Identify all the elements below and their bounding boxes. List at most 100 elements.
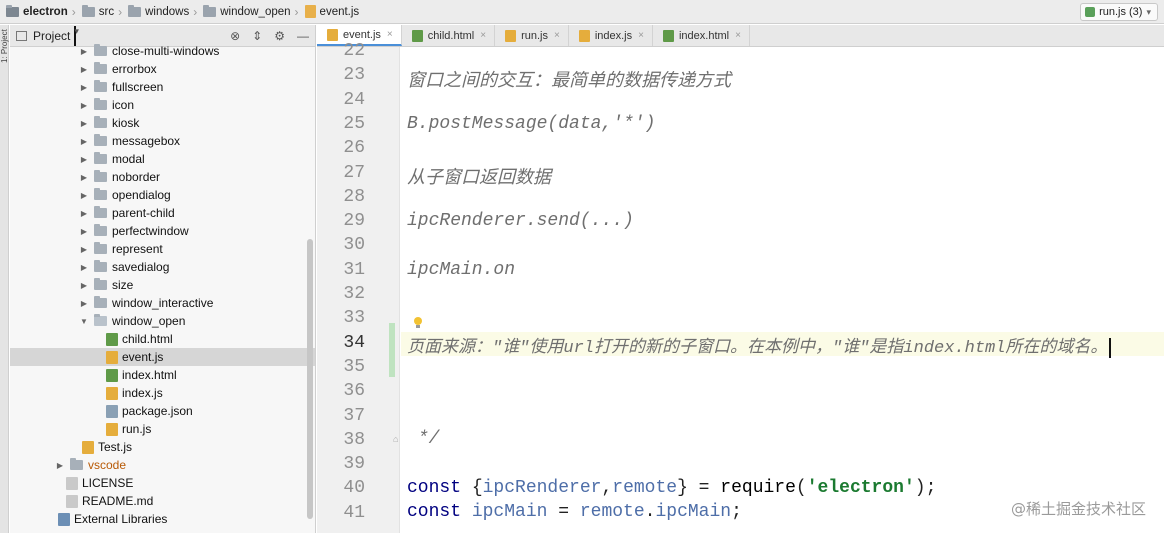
folder-icon: [94, 152, 107, 164]
tree-item[interactable]: ▶ vscode: [10, 456, 315, 474]
collapsed-arrow-icon[interactable]: ▶: [78, 119, 90, 128]
code-line-31: ipcMain.on: [407, 260, 516, 280]
project-tool-window-button[interactable]: 1: Project: [0, 29, 9, 109]
close-icon[interactable]: ×: [735, 30, 741, 41]
chevron-down-icon: ▾: [1146, 6, 1151, 17]
punct-token: {: [461, 478, 483, 498]
editor-tab[interactable]: run.js ×: [495, 25, 569, 46]
tree-item[interactable]: ▶ messagebox: [10, 132, 315, 150]
tree-item-label: perfectwindow: [112, 224, 189, 238]
line-number: 24: [343, 89, 365, 110]
tree-item[interactable]: ▶ represent: [10, 240, 315, 258]
tree-item[interactable]: index.html: [10, 366, 315, 384]
hide-panel-icon[interactable]: —: [297, 29, 309, 43]
collapsed-arrow-icon[interactable]: ▶: [78, 263, 90, 272]
collapsed-arrow-icon[interactable]: ▶: [54, 461, 66, 470]
breadcrumb-item[interactable]: src ›: [78, 0, 124, 24]
tree-item[interactable]: ▶ modal: [10, 150, 315, 168]
folder-icon: [94, 44, 107, 56]
project-tree: ▶ close-multi-windows ▶ errorbox ▶ fullscreen…: [10, 42, 315, 528]
locate-file-icon[interactable]: ⊗: [230, 29, 240, 43]
tree-item[interactable]: Test.js: [10, 438, 315, 456]
tree-item[interactable]: LICENSE: [10, 474, 315, 492]
tree-item[interactable]: ▶ savedialog: [10, 258, 315, 276]
tree-item[interactable]: ▶ icon: [10, 96, 315, 114]
collapse-all-icon[interactable]: ⇕: [252, 29, 262, 43]
breadcrumb-item[interactable]: window_open ›: [199, 0, 300, 24]
breadcrumb-item[interactable]: electron ›: [2, 0, 78, 24]
tree-item[interactable]: ▶ noborder: [10, 168, 315, 186]
collapsed-arrow-icon[interactable]: ▶: [78, 101, 90, 110]
folder-icon: [94, 278, 107, 290]
fold-marker-icon[interactable]: ⌂: [393, 434, 398, 444]
collapsed-arrow-icon[interactable]: ▶: [78, 137, 90, 146]
tree-item[interactable]: index.js: [10, 384, 315, 402]
tab-label: event.js: [343, 28, 381, 41]
tree-item[interactable]: ▶ errorbox: [10, 60, 315, 78]
tree-item-label: represent: [112, 242, 163, 256]
close-icon[interactable]: ×: [480, 30, 486, 41]
punct-token: (: [795, 478, 807, 498]
breadcrumb-item[interactable]: event.js: [301, 0, 359, 24]
breadcrumb-label: window_open: [220, 5, 291, 18]
collapsed-arrow-icon[interactable]: ▶: [78, 47, 90, 56]
collapsed-arrow-icon[interactable]: ▶: [78, 65, 90, 74]
code-line-23: 窗口之间的交互：最简单的数据传递方式: [407, 72, 731, 92]
tree-item[interactable]: run.js: [10, 420, 315, 438]
tree-item-label: package.json: [122, 404, 193, 418]
punct-token: =: [547, 502, 580, 522]
tree-item[interactable]: ▶ opendialog: [10, 186, 315, 204]
punct-token: ,: [601, 478, 613, 498]
code-editor[interactable]: 窗口之间的交互：最简单的数据传递方式 B.postMessage(data,'*…: [401, 47, 1164, 533]
collapsed-arrow-icon[interactable]: ▶: [78, 173, 90, 182]
js-file-icon: [106, 422, 118, 436]
collapsed-arrow-icon[interactable]: ▶: [78, 227, 90, 236]
tree-item[interactable]: External Libraries: [10, 510, 315, 528]
gear-icon[interactable]: ⚙: [274, 29, 285, 43]
intention-bulb-icon[interactable]: [413, 317, 423, 329]
tree-item[interactable]: package.json: [10, 402, 315, 420]
tree-item[interactable]: ▶ perfectwindow: [10, 222, 315, 240]
breadcrumb-item[interactable]: windows ›: [124, 0, 199, 24]
tree-item[interactable]: ▶ parent-child: [10, 204, 315, 222]
editor-tab[interactable]: index.html ×: [653, 25, 750, 46]
project-panel-title[interactable]: Project: [33, 29, 70, 43]
navigation-bar: electron › src › windows › window_open › event.j…: [0, 0, 1164, 24]
line-number: 35: [343, 356, 365, 377]
tree-item[interactable]: ▼ window_open: [10, 312, 315, 330]
tree-item[interactable]: ▶ kiosk: [10, 114, 315, 132]
line-number: 23: [343, 65, 365, 86]
collapsed-arrow-icon[interactable]: ▶: [78, 245, 90, 254]
js-file-icon: [82, 440, 94, 454]
editor-tab[interactable]: index.js ×: [569, 25, 653, 46]
close-icon[interactable]: ×: [387, 29, 393, 40]
tree-item[interactable]: ▶ close-multi-windows: [10, 42, 315, 60]
punct-token: ;: [731, 502, 742, 522]
tree-item[interactable]: ▶ size: [10, 276, 315, 294]
tree-item[interactable]: README.md: [10, 492, 315, 510]
tree-item-label: savedialog: [112, 260, 170, 274]
project-tree-scrollbar[interactable]: [307, 239, 313, 519]
close-icon[interactable]: ×: [638, 30, 644, 41]
collapsed-arrow-icon[interactable]: ▶: [78, 209, 90, 218]
punct-token: .: [644, 502, 656, 522]
folder-icon: [94, 134, 107, 146]
tree-item-label: LICENSE: [82, 476, 134, 490]
variable-token: ipcMain: [461, 502, 548, 522]
line-number: 37: [343, 405, 365, 426]
tree-item-label: index.html: [122, 368, 177, 382]
collapsed-arrow-icon[interactable]: ▶: [78, 155, 90, 164]
expanded-arrow-icon[interactable]: ▼: [78, 317, 90, 326]
run-configuration-selector[interactable]: run.js (3) ▾: [1080, 3, 1158, 21]
collapsed-arrow-icon[interactable]: ▶: [78, 281, 90, 290]
tree-item[interactable]: ▶ window_interactive: [10, 294, 315, 312]
collapsed-arrow-icon[interactable]: ▶: [78, 83, 90, 92]
tree-item[interactable]: event.js: [10, 348, 315, 366]
collapsed-arrow-icon[interactable]: ▶: [78, 191, 90, 200]
tree-item[interactable]: ▶ fullscreen: [10, 78, 315, 96]
collapsed-arrow-icon[interactable]: ▶: [78, 299, 90, 308]
tree-item-label: kiosk: [112, 116, 140, 130]
tree-item[interactable]: child.html: [10, 330, 315, 348]
close-icon[interactable]: ×: [554, 30, 560, 41]
editor-tab[interactable]: child.html ×: [402, 25, 496, 46]
